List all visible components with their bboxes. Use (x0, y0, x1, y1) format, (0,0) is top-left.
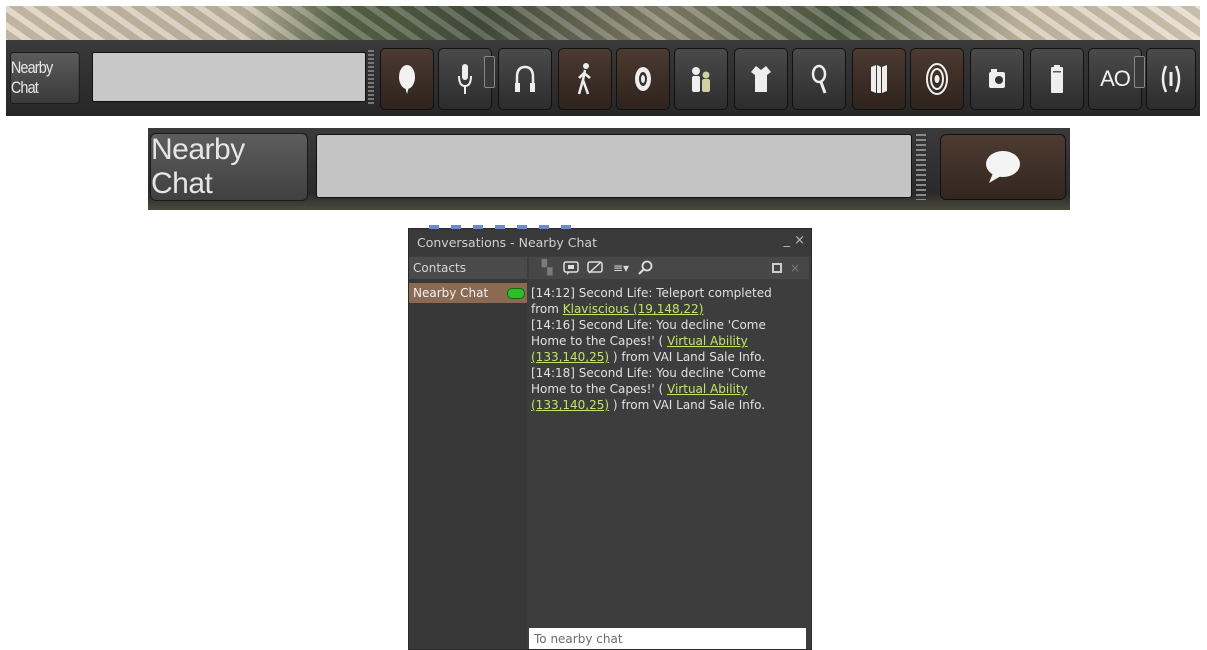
message-text: ) from VAI Land Sale Info. (609, 398, 766, 412)
resize-grip[interactable] (916, 134, 926, 200)
no-chat-icon[interactable] (585, 259, 605, 277)
map-icon (871, 65, 887, 93)
bottom-toolbar: Nearby Chat AO (6, 6, 1200, 116)
walk-button[interactable] (558, 48, 612, 110)
message-text: ) from VAI Land Sale Info. (609, 350, 766, 364)
search-button[interactable] (792, 48, 846, 110)
ao-label: AO (1100, 66, 1131, 91)
gestures-icon (1161, 65, 1181, 93)
nearby-chat-input[interactable] (316, 134, 912, 198)
close-conversation-icon[interactable]: × (785, 259, 805, 277)
voice-settings-button[interactable] (498, 48, 552, 110)
inventory-icon (1051, 65, 1063, 93)
ao-toggle-knob[interactable] (1134, 56, 1145, 88)
camera-controls-button[interactable] (616, 48, 670, 110)
nearby-chat-button[interactable]: Nearby Chat (150, 133, 308, 201)
inventory-button[interactable] (1030, 48, 1084, 110)
appearance-button[interactable] (734, 48, 788, 110)
resize-grip[interactable] (368, 50, 374, 104)
speak-button[interactable] (380, 48, 434, 110)
toolbar-bar: Nearby Chat AO (6, 40, 1200, 116)
speak-bubble-icon (399, 65, 415, 94)
walk-icon (577, 63, 591, 95)
chat-message: [14:18] Second Life: You decline 'Come H… (531, 365, 801, 413)
voice-volume-knob[interactable] (484, 56, 495, 88)
tear-off-icon[interactable] (767, 259, 787, 277)
people-button[interactable] (674, 48, 728, 110)
window-controls[interactable]: _ × (783, 233, 805, 248)
appearance-icon (751, 66, 771, 92)
chat-message: [14:12] Second Life: Teleport completed … (531, 285, 801, 317)
nearby-chat-bar-zoomed: Nearby Chat (148, 128, 1070, 210)
contacts-tab[interactable]: Contacts (409, 257, 527, 279)
chat-history: [14:12] Second Life: Teleport completed … (531, 285, 801, 413)
nearby-chat-button[interactable]: Nearby Chat (10, 52, 80, 104)
im-icon[interactable] (561, 259, 581, 277)
camera-icon (635, 67, 651, 91)
nearby-chat-input[interactable] (92, 52, 366, 102)
conversations-window: Conversations - Nearby Chat _ × Contacts… (408, 225, 812, 650)
gestures-button[interactable] (1146, 48, 1196, 110)
snapshot-button[interactable] (970, 48, 1024, 110)
options-menu-icon[interactable]: ≡▾ (609, 259, 633, 277)
conversations-sidebar: Contacts Nearby Chat (409, 257, 527, 649)
session-nearby-chat[interactable]: Nearby Chat (409, 283, 527, 303)
location-link[interactable]: Klaviscious (19,148,22) (563, 302, 704, 316)
chat-history-icon[interactable]: ▚ (537, 259, 557, 277)
session-label: Nearby Chat (413, 286, 489, 300)
window-title: Conversations - Nearby Chat (417, 235, 597, 250)
chat-message: [14:16] Second Life: You decline 'Come H… (531, 317, 801, 365)
window-titlebar[interactable]: Conversations - Nearby Chat _ × (409, 229, 811, 256)
people-icon (692, 67, 710, 92)
search-icon (811, 64, 827, 94)
microphone-icon (458, 64, 472, 94)
snapshot-icon (989, 69, 1005, 88)
map-button[interactable] (852, 48, 906, 110)
search-icon[interactable] (635, 259, 655, 277)
radar-button[interactable] (910, 48, 964, 110)
conversation-toolbar: ▚ ≡▾ × (529, 257, 809, 279)
radar-icon (926, 63, 948, 95)
nearby-chat-text-input[interactable]: To nearby chat (529, 628, 806, 649)
speech-bubble-icon (986, 151, 1020, 183)
voice-status-icon (507, 288, 525, 299)
speak-button[interactable] (940, 134, 1066, 200)
headphones-icon (515, 65, 535, 92)
